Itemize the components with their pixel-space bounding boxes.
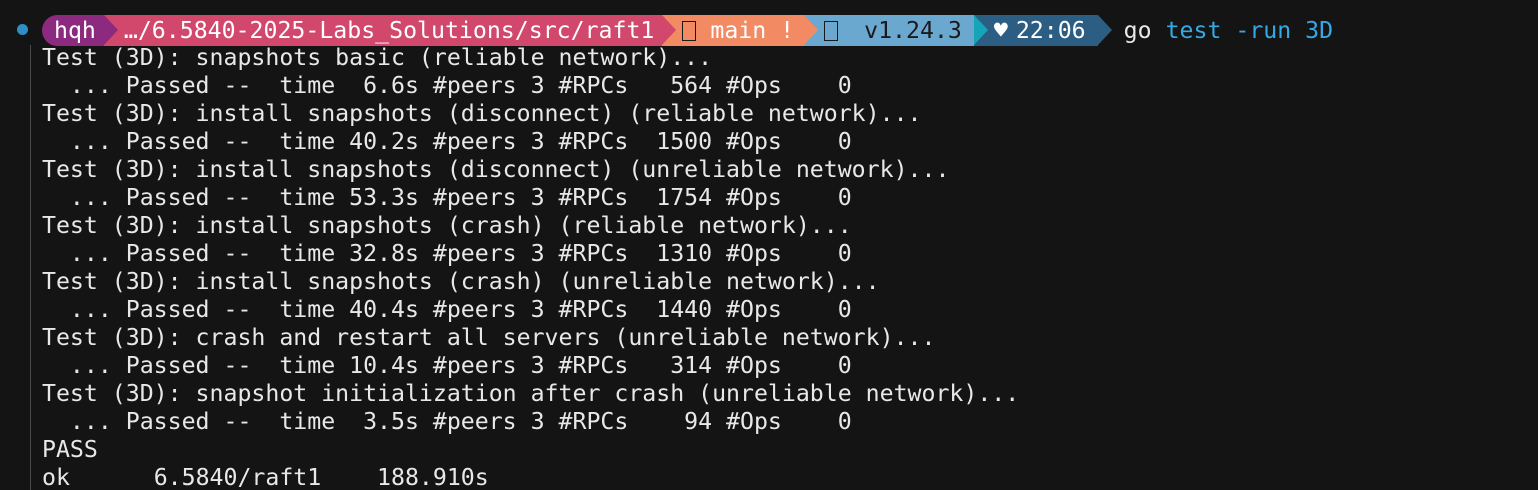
output-line: ... Passed -- time 32.8s #peers 3 #RPCs … — [42, 240, 852, 267]
prompt-path: …/6.5840-2025-Labs_Solutions/src/raft1 — [123, 17, 655, 44]
command-name: go — [1123, 16, 1152, 44]
output-line: Test (3D): crash and restart all servers… — [42, 324, 936, 351]
output-line: ok 6.5840/raft1 188.910s — [42, 464, 489, 490]
command-decoration-line — [30, 45, 31, 490]
output-line: ... Passed -- time 53.3s #peers 3 #RPCs … — [42, 184, 852, 211]
go-language-icon — [824, 20, 839, 41]
command-arguments: test -run 3D — [1165, 16, 1334, 44]
powerline-arrow-icon — [804, 15, 819, 45]
heart-icon: ♥ — [993, 17, 1008, 44]
output-line: Test (3D): snapshots basic (reliable net… — [42, 44, 713, 71]
prompt-time-segment: ♥ 22:06 — [973, 15, 1112, 46]
terminal-window[interactable]: hqh …/6.5840-2025-Labs_Solutions/src/raf… — [0, 0, 1538, 490]
output-line: Test (3D): install snapshots (disconnect… — [42, 156, 950, 183]
prompt-user: hqh — [54, 17, 96, 44]
git-branch-icon — [682, 20, 697, 41]
shell-prompt: hqh …/6.5840-2025-Labs_Solutions/src/raf… — [42, 15, 1333, 46]
output-line: PASS — [42, 436, 98, 463]
command-output: Test (3D): snapshots basic (reliable net… — [42, 44, 1019, 490]
prompt-git-segment: main ! — [662, 15, 819, 46]
command-text: go test -run 3D — [1124, 17, 1333, 45]
powerline-arrow-icon — [662, 15, 677, 45]
output-line: ... Passed -- time 40.4s #peers 3 #RPCs … — [42, 296, 852, 323]
prompt-path-segment: …/6.5840-2025-Labs_Solutions/src/raft1 — [103, 15, 677, 46]
prompt-time: 22:06 — [1015, 17, 1086, 44]
prompt-git-branch: main ! — [710, 17, 795, 44]
output-line: ... Passed -- time 10.4s #peers 3 #RPCs … — [42, 352, 852, 379]
output-line: Test (3D): snapshot initialization after… — [42, 380, 1020, 407]
output-line: Test (3D): install snapshots (crash) (re… — [42, 212, 852, 239]
prompt-go-segment: v1.24.3 — [804, 15, 988, 46]
powerline-arrow-icon — [103, 15, 118, 45]
prompt-user-segment: hqh — [42, 15, 118, 46]
output-line: ... Passed -- time 40.2s #peers 3 #RPCs … — [42, 128, 852, 155]
output-line: Test (3D): install snapshots (crash) (un… — [42, 268, 880, 295]
output-line: ... Passed -- time 3.5s #peers 3 #RPCs 9… — [42, 408, 852, 435]
prompt-go-version: v1.24.3 — [864, 17, 962, 44]
output-line: ... Passed -- time 6.6s #peers 3 #RPCs 5… — [42, 72, 852, 99]
powerline-arrow-icon — [1097, 15, 1112, 45]
powerline-arrow-icon — [973, 15, 988, 45]
command-status-dot[interactable] — [17, 24, 28, 35]
output-line: Test (3D): install snapshots (disconnect… — [42, 100, 922, 127]
